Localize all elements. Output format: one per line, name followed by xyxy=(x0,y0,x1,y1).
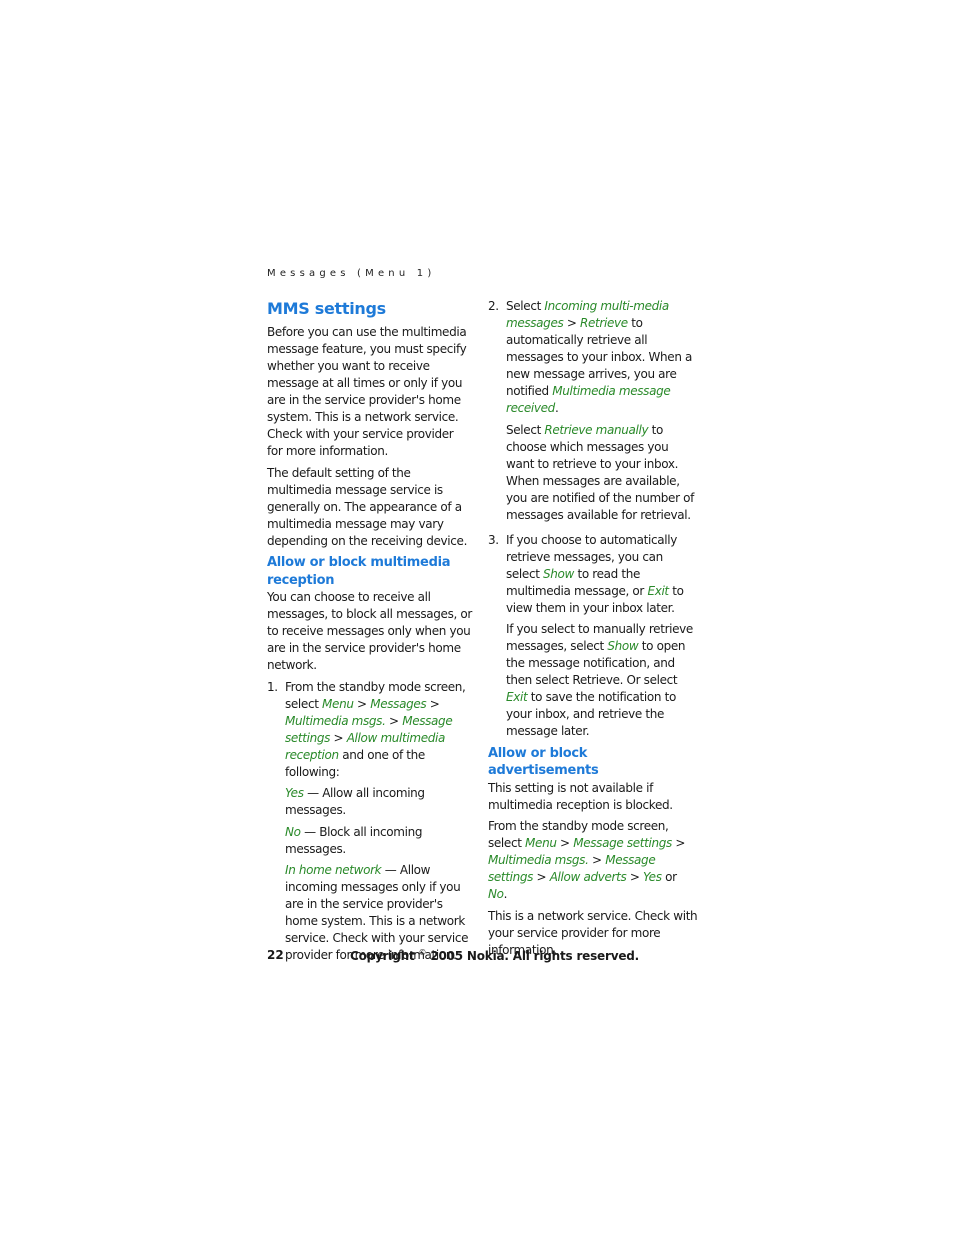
option-desc: — Allow all incoming messages. xyxy=(285,786,425,817)
step-text: . xyxy=(503,887,508,901)
step-2: 2. Select Incoming multi-media messages … xyxy=(488,298,698,417)
separator: > xyxy=(626,870,643,884)
copyright-notice: Copyright © 2005 Nokia. All rights reser… xyxy=(350,948,639,963)
separator: > xyxy=(330,730,347,745)
option-label: In home network xyxy=(285,863,382,877)
intro-paragraph-2: The default setting of the multimedia me… xyxy=(267,465,468,548)
section1-paragraph: You can choose to receive all messages, … xyxy=(267,590,472,672)
section-heading-multimedia-reception: Allow or block multimedia reception xyxy=(267,555,451,588)
step-2-paragraph-2: Select Retrieve manually to choose which… xyxy=(488,422,698,524)
menu-path-item: Retrieve manually xyxy=(544,422,649,437)
step-text: to choose which messages you want to ret… xyxy=(506,422,694,522)
separator: > xyxy=(671,836,686,850)
section2-paragraph-1: This setting is not available if multime… xyxy=(488,780,673,812)
option-desc: — Block all incoming messages. xyxy=(285,824,423,856)
menu-path-item: Show xyxy=(607,639,639,653)
page-number: 22 xyxy=(267,948,284,962)
option-label: Yes xyxy=(285,786,304,800)
menu-path-item: Menu xyxy=(322,696,354,711)
separator: > xyxy=(563,316,581,330)
right-column: 2. Select Incoming multi-media messages … xyxy=(488,298,698,963)
page-title: MMS settings xyxy=(267,299,386,318)
step-text: Select xyxy=(506,422,545,437)
menu-path-item: Messages xyxy=(370,696,427,711)
menu-path-item: Message settings xyxy=(573,836,672,850)
intro-paragraph-1: Before you can use the multimedia messag… xyxy=(267,325,467,458)
section-heading-advertisements: Allow or block advertisements xyxy=(488,745,599,779)
section2-menu-path: From the standby mode screen, select Men… xyxy=(488,818,698,903)
menu-path-item: Yes xyxy=(643,870,662,884)
step-text: to save the notification to your inbox, … xyxy=(506,690,676,738)
step-number: 3. xyxy=(488,532,499,547)
step-text: Select xyxy=(506,299,545,313)
copyright-text: 2005 Nokia. All rights reserved. xyxy=(426,949,640,963)
separator: > xyxy=(556,836,574,850)
separator: > xyxy=(588,853,606,867)
menu-path-item: Multimedia msgs. xyxy=(285,713,386,728)
copyright-text: Copyright xyxy=(350,949,419,963)
step-number: 1. xyxy=(267,679,278,694)
option-label: No xyxy=(285,824,301,839)
option-yes: Yes — Allow all incoming messages. xyxy=(267,785,472,819)
menu-path-item: Retrieve xyxy=(580,316,628,330)
separator: > xyxy=(426,696,440,711)
option-no: No — Block all incoming messages. xyxy=(267,824,472,858)
menu-path-item: Multimedia msgs. xyxy=(488,853,589,867)
step-3-paragraph-2: If you select to manually retrieve messa… xyxy=(488,621,698,740)
menu-path-item: Show xyxy=(543,566,575,581)
menu-path-item: Exit xyxy=(506,690,528,704)
step-3: 3. If you choose to automatically retrie… xyxy=(488,532,698,617)
left-column: MMS settings Before you can use the mult… xyxy=(267,298,472,969)
menu-path-item: Menu xyxy=(525,836,557,850)
menu-path-item: Allow adverts xyxy=(549,870,627,884)
running-header: Messages (Menu 1) xyxy=(267,268,436,279)
separator: > xyxy=(533,870,550,884)
step-number: 2. xyxy=(488,299,499,313)
step-text: . xyxy=(554,401,559,415)
menu-path-item: Exit xyxy=(647,583,669,598)
menu-path-item: No xyxy=(488,887,504,901)
separator: > xyxy=(353,696,371,711)
separator: > xyxy=(385,713,403,728)
step-1: 1. From the standby mode screen, select … xyxy=(267,679,472,781)
step-text: or xyxy=(661,870,677,884)
